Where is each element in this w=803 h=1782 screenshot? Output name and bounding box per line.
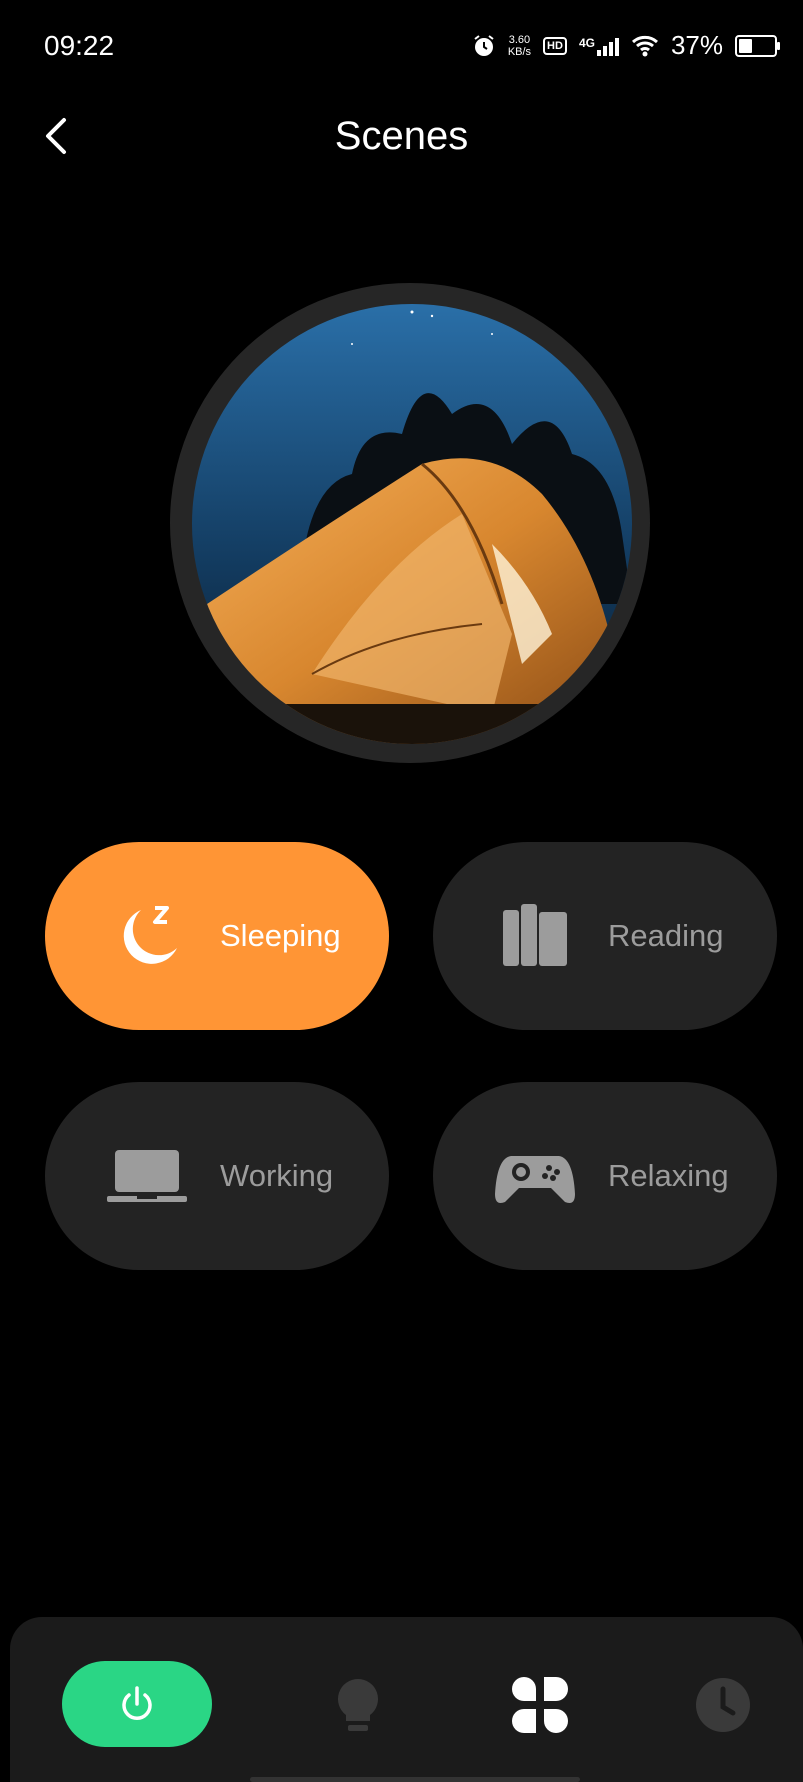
laptop-icon: [107, 1150, 187, 1202]
scene-reading-button[interactable]: Reading: [433, 842, 777, 1030]
scene-label: Working: [220, 1158, 334, 1193]
nav-clock-button[interactable]: [691, 1673, 755, 1737]
scene-relaxing-button[interactable]: Relaxing: [433, 1082, 777, 1270]
power-icon: [122, 1686, 152, 1720]
cell-signal: 4G: [579, 36, 619, 56]
bottom-nav: [10, 1617, 803, 1782]
status-bar: 09:22 3.60 KB/s HD 4G 37%: [0, 0, 803, 100]
battery-percent: 37%: [670, 30, 723, 60]
scene-label: Relaxing: [608, 1158, 729, 1193]
network-speed-unit: KB/s: [507, 45, 532, 58]
nav-power-button[interactable]: [62, 1661, 212, 1747]
moon-sleep-icon: [123, 906, 177, 964]
network-type: 4G: [578, 35, 595, 50]
nav-lightbulb-button[interactable]: [326, 1673, 390, 1737]
page-title: Scenes: [334, 114, 469, 158]
signal-bars-icon: [596, 36, 619, 56]
scene-sleeping-button[interactable]: Sleeping: [45, 842, 389, 1030]
hero-tent-image: [192, 304, 632, 744]
alarm-icon: [474, 34, 494, 56]
book-icon: [503, 904, 567, 966]
network-speed-value: 3.60: [508, 33, 531, 46]
scene-label: Reading: [608, 918, 724, 953]
gamepad-icon: [495, 1156, 575, 1203]
wifi-icon: [631, 35, 658, 56]
status-time: 09:22: [44, 30, 115, 61]
scene-label: Sleeping: [220, 918, 341, 953]
battery-icon: [735, 34, 780, 57]
home-indicator[interactable]: [250, 1777, 580, 1782]
network-speed: 3.60 KB/s: [508, 34, 531, 58]
scene-working-button[interactable]: Working: [45, 1082, 389, 1270]
nav-scenes-button[interactable]: [508, 1673, 572, 1737]
status-icons: 3.60 KB/s HD 4G 37%: [472, 30, 780, 61]
hd-badge: HD: [543, 36, 567, 55]
